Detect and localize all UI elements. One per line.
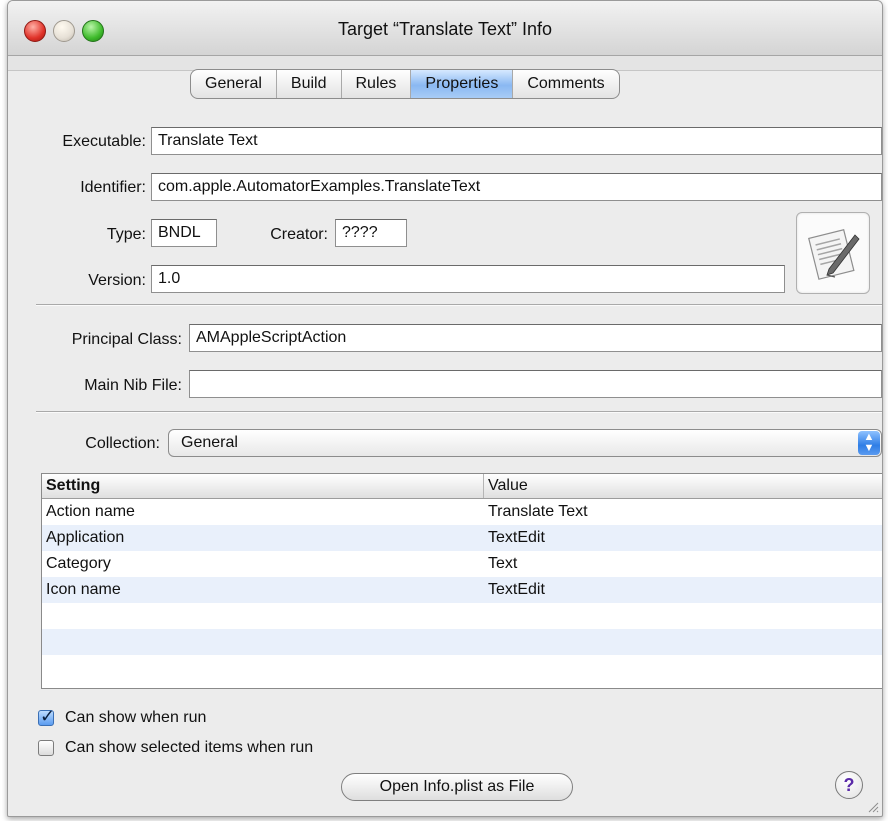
can-show-selected-items-label[interactable]: Can show selected items when run	[65, 739, 313, 757]
title-bar[interactable]: Target “Translate Text” Info	[8, 1, 882, 56]
can-show-when-run-label[interactable]: Can show when run	[65, 709, 206, 727]
window-title: Target “Translate Text” Info	[337, 19, 553, 39]
creator-label: Creator:	[270, 226, 328, 243]
setting-cell: Application	[46, 529, 125, 546]
tab-general[interactable]: General	[191, 70, 277, 98]
main-nib-label: Main Nib File:	[84, 377, 182, 394]
version-field[interactable]: 1.0	[151, 265, 785, 293]
tab-rules[interactable]: Rules	[342, 70, 412, 98]
open-info-plist-button[interactable]: Open Info.plist as File	[341, 773, 573, 801]
tab-build[interactable]: Build	[277, 70, 342, 98]
info-window: Target “Translate Text” Info General Bui…	[7, 0, 883, 817]
table-row[interactable]: Application TextEdit	[42, 525, 882, 551]
tab-properties[interactable]: Properties	[411, 70, 514, 98]
textedit-document-icon	[808, 228, 860, 280]
identifier-field[interactable]: com.apple.AutomatorExamples.TranslateTex…	[151, 173, 882, 201]
value-cell[interactable]: TextEdit	[484, 577, 882, 603]
help-icon[interactable]: ?	[835, 771, 863, 799]
executable-label: Executable:	[62, 133, 146, 150]
version-label: Version:	[88, 272, 146, 289]
identifier-label: Identifier:	[80, 179, 146, 196]
empty-row	[42, 629, 882, 655]
popup-arrows-icon: ▲ ▼	[858, 431, 880, 455]
separator	[36, 411, 882, 413]
table-header: Setting Value	[42, 474, 882, 499]
empty-row	[42, 655, 882, 681]
executable-field[interactable]: Translate Text	[151, 127, 882, 155]
principal-class-field[interactable]: AMAppleScriptAction	[189, 324, 882, 352]
can-show-selected-items-checkbox[interactable]	[38, 740, 54, 756]
setting-cell: Category	[46, 555, 111, 572]
value-cell[interactable]: Translate Text	[484, 499, 882, 525]
setting-cell: Icon name	[46, 581, 121, 598]
collection-label: Collection:	[85, 435, 160, 452]
column-header-setting[interactable]: Setting	[42, 474, 484, 498]
table-body: Action name Translate Text Application T…	[42, 499, 882, 681]
value-cell[interactable]: TextEdit	[484, 525, 882, 551]
resize-grip-icon[interactable]	[867, 801, 879, 813]
separator	[36, 304, 882, 306]
collection-popup[interactable]: General ▲ ▼	[168, 429, 882, 457]
collection-value: General	[181, 434, 238, 451]
tab-comments[interactable]: Comments	[513, 70, 618, 98]
type-field[interactable]: BNDL	[151, 219, 217, 247]
empty-row	[42, 603, 882, 629]
tab-bar: General Build Rules Properties Comments	[190, 69, 620, 99]
table-row[interactable]: Icon name TextEdit	[42, 577, 882, 603]
setting-cell: Action name	[46, 503, 135, 520]
column-header-value[interactable]: Value	[484, 474, 882, 498]
creator-field[interactable]: ????	[335, 219, 407, 247]
settings-table[interactable]: Setting Value Action name Translate Text…	[41, 473, 882, 689]
principal-class-label: Principal Class:	[71, 331, 182, 348]
icon-well[interactable]	[796, 212, 870, 294]
can-show-when-run-checkbox[interactable]	[38, 706, 55, 727]
table-row[interactable]: Action name Translate Text	[42, 499, 882, 525]
type-label: Type:	[106, 226, 146, 243]
value-cell[interactable]: Text	[484, 551, 882, 577]
table-row[interactable]: Category Text	[42, 551, 882, 577]
main-nib-field[interactable]	[189, 370, 882, 398]
